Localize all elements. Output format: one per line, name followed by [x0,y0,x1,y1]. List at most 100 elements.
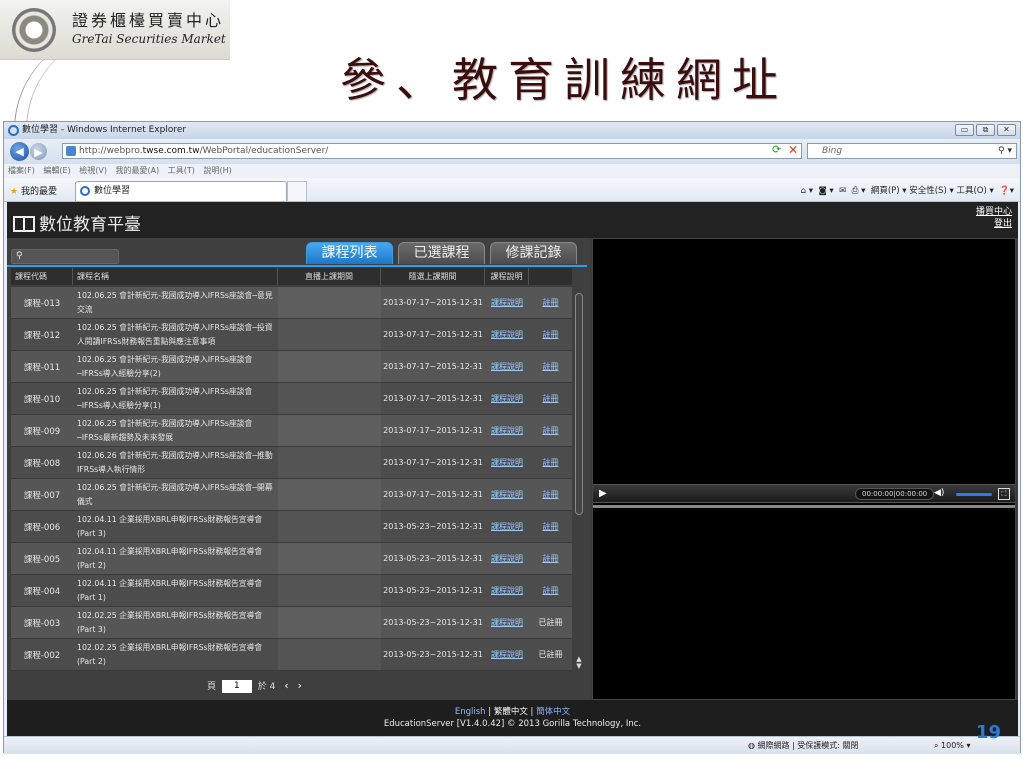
search-input[interactable]: Bing ⚲ ▾ [807,143,1017,159]
search-icon[interactable]: ⚲ ▾ [998,144,1012,158]
table-row: 課程-006 102.04.11 企業採用XBRL申報IFRSs財務報告宣導會(P… [11,511,572,543]
course-description-link[interactable]: 課程說明 [491,393,523,404]
close-button[interactable]: ✕ [997,124,1016,136]
help-icon[interactable]: ❓▾ [999,186,1014,196]
logout-link[interactable]: 登出 [976,218,1012,230]
globe-icon: ◍ [748,741,755,750]
menu-tools[interactable]: 工具(T) [168,166,195,175]
tab-course-records[interactable]: 修課記錄 [490,242,577,264]
fullscreen-icon[interactable]: ⛶ [998,488,1010,500]
browser-tab[interactable]: 數位學習 [75,181,287,201]
course-description-link[interactable]: 課程說明 [491,457,523,468]
video-player[interactable]: ▶ 00:00:00|00:00:00 ◀) ⛶ [592,238,1016,700]
registered-status: 已註冊 [538,618,563,627]
refresh-icon[interactable]: ⟳ [772,143,786,157]
cart-link[interactable]: 播買中心 [976,206,1012,218]
course-description-link[interactable]: 課程說明 [491,329,523,340]
course-code: 課程-008 [23,458,61,469]
course-code: 課程-002 [23,650,61,661]
menu-favorites[interactable]: 我的最愛(A) [116,166,160,175]
register-link[interactable]: 註冊 [543,553,559,564]
home-icon[interactable]: ⌂ ▾ [801,186,813,196]
web-content: 數位教育平臺 播買中心 登出 ⚲ 課程列表 已選課程 修課記錄 課程代碼 課程名… [7,202,1018,736]
minimize-button[interactable]: ▭ [955,124,974,136]
register-link[interactable]: 註冊 [543,585,559,596]
col-code: 課程代碼 [11,268,73,285]
stop-icon[interactable]: ✕ [788,143,802,157]
course-code: 課程-003 [23,618,61,629]
favorites-bar: ★ 我的最愛 數位學習 ⌂ ▾ ◙ ▾ ✉ ⎙ ▾ 網頁(P) ▾ 安全性(S)… [4,178,1020,202]
maximize-button[interactable]: ⧉ [976,124,995,136]
live-period [278,415,381,446]
address-input[interactable]: http://webpro.twse.com.tw/WebPortal/educ… [62,143,802,159]
table-header: 課程代碼 課程名稱 直播上課期間 隨選上課期間 課程說明 [11,268,572,285]
ondemand-period: 2013-05-23~2015-12-31 [383,586,483,595]
footer-credit: EducationServer [V1.4.0.42] © 2013 Goril… [383,719,642,729]
course-panel: ⚲ 課程列表 已選課程 修課記錄 課程代碼 課程名稱 直播上課期間 隨選上課期間… [7,238,590,700]
live-period [278,479,381,510]
ondemand-period: 2013-05-23~2015-12-31 [383,522,483,531]
tab-selected-courses[interactable]: 已選課程 [398,242,485,264]
new-tab-button[interactable] [287,181,307,201]
next-page-button[interactable]: › [298,679,302,692]
star-icon: ★ [10,187,19,197]
table-scrollbar[interactable]: ▲ ▼ [574,288,584,670]
print-icon[interactable]: ⎙ ▾ [852,186,866,196]
course-code: 課程-013 [23,298,61,309]
command-bar[interactable]: ⌂ ▾ ◙ ▾ ✉ ⎙ ▾ 網頁(P) ▾ 安全性(S) ▾ 工具(O) ▾ ❓… [801,184,1014,196]
table-row: 課程-010 102.06.25 會計新紀元-我國成功導入IFRSs座談會─IFR… [11,383,572,415]
security-zone[interactable]: ◍ 網際網路 | 受保護模式: 關閉 [748,737,859,754]
course-description-link[interactable]: 課程說明 [491,553,523,564]
register-link[interactable]: 註冊 [543,425,559,436]
live-period [278,319,381,350]
course-description-link[interactable]: 課程說明 [491,617,523,628]
col-name: 課程名稱 [73,268,278,285]
table-row: 課程-003 102.02.25 企業採用XBRL申報IFRSs財務報告宣導會(P… [11,607,572,639]
scrollbar-thumb[interactable] [575,293,583,515]
register-link[interactable]: 註冊 [543,489,559,500]
menu-edit[interactable]: 編輯(E) [43,166,70,175]
prev-page-button[interactable]: ‹ [284,679,288,692]
course-description-link[interactable]: 課程說明 [491,649,523,660]
site-links: 播買中心 登出 [976,206,1012,230]
site-header: 數位教育平臺 播買中心 登出 [7,202,1018,238]
course-description-link[interactable]: 課程說明 [491,361,523,372]
volume-slider[interactable] [956,493,992,496]
zoom-level[interactable]: ⌕ 100% ▾ [934,737,970,754]
page-icon [66,146,76,156]
course-description-link[interactable]: 課程說明 [491,489,523,500]
register-link[interactable]: 註冊 [543,393,559,404]
register-link[interactable]: 註冊 [543,329,559,340]
forward-button[interactable]: ▶ [30,143,47,160]
register-link[interactable]: 註冊 [543,521,559,532]
lang-simplified-link[interactable]: 簡体中文 [536,707,570,717]
course-description-link[interactable]: 課程說明 [491,297,523,308]
page-input[interactable]: 1 [221,680,252,693]
register-link[interactable]: 註冊 [543,457,559,468]
back-button[interactable]: ◀ [10,142,29,161]
menu-file[interactable]: 檔案(F) [8,166,35,175]
lang-traditional-link[interactable]: 繁體中文 [494,707,528,717]
feeds-icon[interactable]: ◙ ▾ [818,186,833,196]
table-row: 課程-007 102.06.25 會計新紀元-我國成功導入IFRSs座談會─開幕儀… [11,479,572,511]
tab-course-list[interactable]: 課程列表 [306,242,393,264]
mail-icon[interactable]: ✉ [839,186,846,196]
register-link[interactable]: 註冊 [543,361,559,372]
site-logo: 數位教育平臺 [13,210,141,235]
player-controls: ▶ 00:00:00|00:00:00 ◀) ⛶ [593,484,1015,503]
menu-view[interactable]: 檢視(V) [79,166,107,175]
decorative-curve [0,60,120,122]
favorites-button[interactable]: ★ 我的最愛 [10,184,57,197]
scroll-arrows-icon[interactable]: ▲ ▼ [574,656,584,670]
menu-help[interactable]: 說明(H) [203,166,231,175]
register-link[interactable]: 註冊 [543,297,559,308]
course-description-link[interactable]: 課程說明 [491,521,523,532]
table-row: 課程-002 102.02.25 企業採用XBRL申報IFRSs財務報告宣導會(P… [11,639,572,671]
course-search-input[interactable]: ⚲ [11,249,119,264]
course-code: 課程-005 [23,554,61,565]
course-description-link[interactable]: 課程說明 [491,585,523,596]
volume-icon[interactable]: ◀) [934,488,944,498]
course-description-link[interactable]: 課程說明 [491,425,523,436]
lang-english-link[interactable]: English [455,707,486,717]
play-icon[interactable]: ▶ [599,488,607,499]
